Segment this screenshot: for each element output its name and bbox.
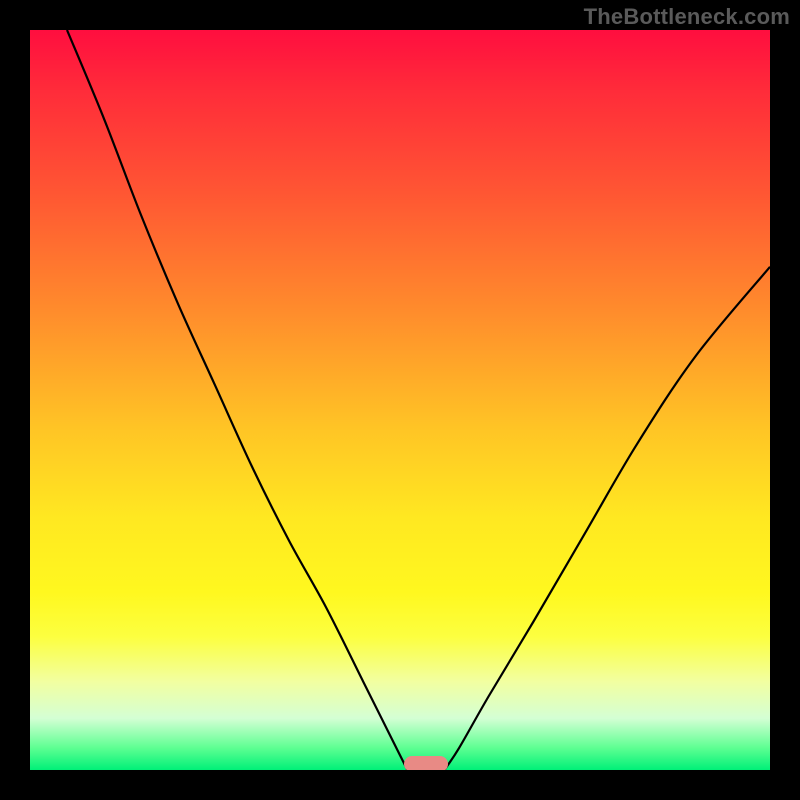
- curve-right-branch: [444, 267, 770, 770]
- chart-plot-area: [30, 30, 770, 770]
- chart-curve-svg: [30, 30, 770, 770]
- curve-left-branch: [67, 30, 407, 770]
- bottleneck-marker: [404, 756, 448, 770]
- watermark-text: TheBottleneck.com: [584, 4, 790, 30]
